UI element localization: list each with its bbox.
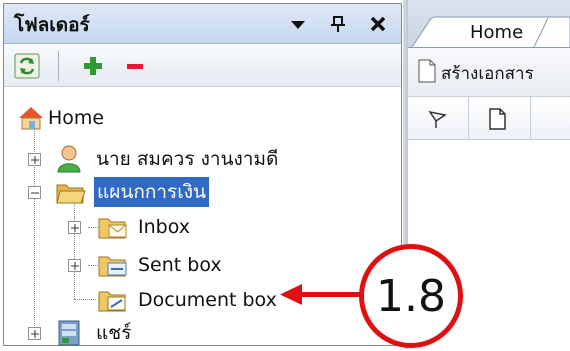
tree-node-home[interactable]: Home <box>4 103 204 133</box>
document-icon[interactable] <box>489 108 507 134</box>
dropdown-arrow-icon[interactable] <box>287 13 309 35</box>
column-divider[interactable] <box>468 97 469 140</box>
tree-label-finance: แผนกการเงิน <box>94 177 210 207</box>
screenshot-frame: โฟลเดอร์ Home นาย สมควร งานงามดี แผนกการ… <box>0 0 570 349</box>
inbox-folder-icon <box>98 214 128 244</box>
add-icon[interactable] <box>80 53 106 79</box>
refresh-icon[interactable] <box>14 53 40 79</box>
column-divider[interactable] <box>530 97 531 140</box>
callout-badge: 1.8 <box>359 244 463 348</box>
sent-folder-icon <box>98 252 128 282</box>
column-headers <box>408 97 570 140</box>
expand-icon[interactable] <box>68 259 81 272</box>
callout-arrow-icon <box>280 284 302 305</box>
expand-icon[interactable] <box>68 221 81 234</box>
expand-icon[interactable] <box>28 327 41 340</box>
flag-icon[interactable] <box>428 109 448 133</box>
close-icon[interactable] <box>367 13 389 35</box>
tree-label-user: นาย สมควร งานงามดี <box>96 148 279 170</box>
tree-label-home: Home <box>48 107 105 129</box>
tree-node-inbox[interactable]: Inbox <box>4 212 204 242</box>
panel-title-bar: โฟลเดอร์ <box>4 4 401 44</box>
tree-label-share: แชร์ <box>96 322 132 344</box>
document-toolbar: สร้างเอกสาร <box>408 48 570 97</box>
tree-node-document[interactable]: Document box <box>4 285 284 315</box>
tree-node-share[interactable]: แชร์ <box>4 318 164 348</box>
tree-label-inbox: Inbox <box>138 216 190 238</box>
tab-home-label: Home <box>470 22 524 43</box>
home-icon <box>18 105 44 135</box>
create-document-label[interactable]: สร้างเอกสาร <box>441 60 534 87</box>
tree-node-sent[interactable]: Sent box <box>4 250 244 280</box>
new-document-icon[interactable] <box>418 59 436 87</box>
callout-label: 1.8 <box>376 270 446 322</box>
pin-icon[interactable] <box>327 13 349 35</box>
tab-strip: Home <box>408 0 570 48</box>
tree-label-document: Document box <box>138 289 277 311</box>
toolbar-separator <box>58 51 59 81</box>
panel-title: โฟลเดอร์ <box>14 14 90 36</box>
document-folder-icon <box>98 287 128 317</box>
tree-label-sent: Sent box <box>138 254 222 276</box>
user-icon <box>56 145 82 177</box>
tree-node-finance[interactable]: แผนกการเงิน <box>4 177 284 207</box>
remove-icon[interactable] <box>122 53 148 79</box>
open-folder-icon <box>56 179 86 209</box>
collapse-icon[interactable] <box>28 186 41 199</box>
tree-node-user[interactable]: นาย สมควร งานงามดี <box>4 144 324 174</box>
share-server-icon <box>56 319 82 351</box>
panel-toolbar <box>4 45 401 87</box>
expand-icon[interactable] <box>28 153 41 166</box>
folder-tree: Home นาย สมควร งานงามดี แผนกการเงิน Inbo… <box>4 88 401 348</box>
